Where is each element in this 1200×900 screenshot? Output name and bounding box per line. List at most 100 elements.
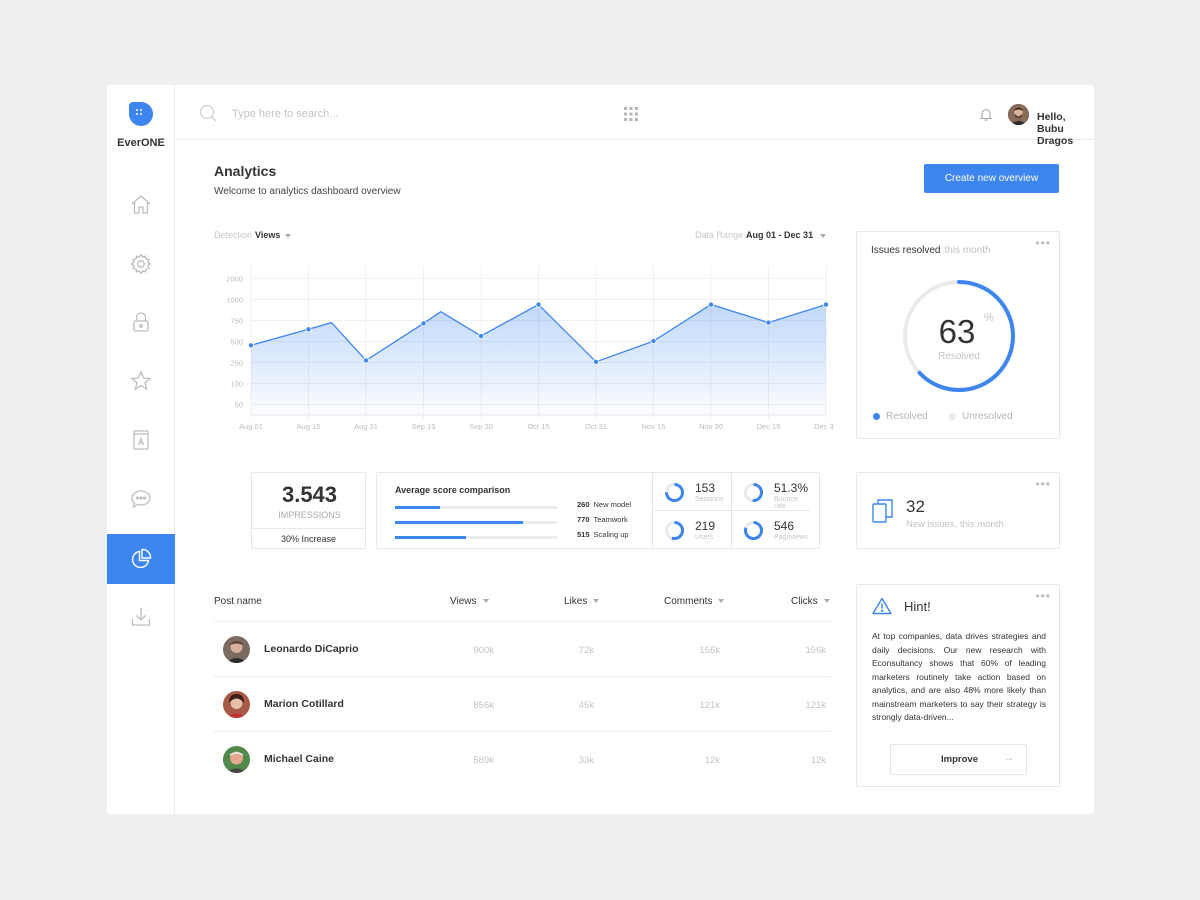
new-issues-label: New issues, this month [906, 519, 1004, 530]
issues-resolved-card: ••• Issues resolved this month 63 % Resol… [856, 231, 1060, 439]
y-tick-label: 500 [230, 338, 243, 347]
resolved-gauge: 63 % Resolved [903, 280, 1015, 392]
y-tick-label: 100 [230, 380, 243, 389]
post-name: Michael Caine [264, 753, 335, 765]
x-tick-label: Dec 15 [757, 422, 781, 431]
sidebar-item-messages[interactable] [107, 474, 175, 524]
legend-resolved-label: Resolved [886, 411, 928, 422]
stat-label: Users [695, 534, 714, 541]
column-header-likes[interactable]: Likes [564, 596, 600, 607]
avatar [223, 746, 250, 773]
data-point [707, 301, 714, 308]
chevron-down-icon [718, 599, 725, 604]
column-header-clicks[interactable]: Clicks [791, 596, 830, 607]
impressions-card: 3.543 IMPRESSIONS 30% Increase [251, 472, 366, 549]
stat-value: 51.3% [774, 481, 809, 495]
data-point [592, 358, 599, 365]
impressions-label: IMPRESSIONS [278, 510, 341, 520]
user-greeting[interactable]: Hello, Bubu Dragos [1037, 111, 1094, 147]
table-row[interactable]: Marion Cotillard 856k 45k 121k 121k [214, 676, 831, 731]
x-tick-label: Nov 30 [699, 422, 723, 431]
date-range-label: Data Range [695, 230, 744, 240]
stat-value: 153 [695, 481, 716, 495]
column-header-post-name[interactable]: Post name [214, 596, 262, 607]
sidebar-item-favorites[interactable] [107, 356, 175, 406]
cell-views: 900k [473, 645, 494, 656]
chevron-down-icon [593, 599, 600, 604]
sidebar-item-downloads[interactable] [107, 592, 175, 642]
cell-views: 589k [473, 755, 494, 766]
column-header-comments[interactable]: Comments [664, 596, 725, 607]
sessions-ring-icon [665, 483, 684, 502]
logo-icon[interactable] [129, 102, 153, 126]
search-icon[interactable] [199, 104, 217, 122]
x-tick-label: Dec 31 [814, 422, 834, 431]
column-header-views[interactable]: Views [450, 596, 489, 607]
y-tick-label: 2000 [226, 275, 243, 284]
cell-comments: 156k [699, 645, 720, 656]
more-options-icon[interactable]: ••• [1035, 236, 1051, 250]
cell-views: 856k [473, 700, 494, 711]
chat-icon [131, 490, 151, 509]
stat-value: 219 [695, 519, 716, 533]
sidebar-item-analytics[interactable] [107, 534, 175, 584]
improve-button[interactable]: Improve → [890, 744, 1027, 775]
search-input[interactable] [232, 105, 492, 123]
sidebar-item-contacts[interactable] [107, 415, 175, 465]
data-point [823, 301, 830, 308]
issues-title: Issues resolved this month [871, 245, 991, 256]
avatar [223, 636, 250, 663]
address-book-icon [133, 430, 149, 450]
page-subtitle: Welcome to analytics dashboard overview [214, 186, 401, 197]
sidebar-item-settings[interactable] [107, 239, 175, 289]
pie-chart-icon [131, 548, 152, 569]
stat-sessions: 153 Sessions [652, 473, 731, 511]
views-chart: 2000 1000 750 500 250 100 50 Aug 01 Aug 15 Aug 31… [226, 266, 834, 431]
more-options-icon[interactable]: ••• [1035, 589, 1051, 603]
data-point [248, 342, 255, 349]
cell-likes: 72k [578, 645, 594, 656]
score-bar-fill [395, 506, 441, 509]
hint-text: At top companies, data drives strategies… [872, 631, 1046, 722]
detection-filter[interactable]: Detection Views [214, 230, 292, 240]
download-icon [131, 608, 151, 626]
resolved-unit: % [984, 312, 994, 324]
sidebar: EverONE [107, 85, 175, 814]
data-point [420, 320, 427, 327]
user-avatar[interactable] [1008, 104, 1029, 125]
gear-icon [130, 253, 152, 275]
legend-resolved: Resolved [873, 411, 928, 422]
y-tick-label: 250 [230, 359, 243, 368]
more-options-icon[interactable]: ••• [1035, 477, 1051, 491]
cell-comments: 12k [704, 755, 720, 766]
impressions-change: 30% Increase [252, 528, 365, 549]
unresolved-dot-icon [949, 413, 956, 420]
y-tick-label: 750 [230, 317, 243, 326]
score-bar-fill [395, 521, 523, 524]
apps-grid-icon[interactable] [624, 107, 638, 121]
date-range-filter[interactable]: Data Range Aug 01 - Dec 31 [695, 230, 827, 240]
pageviews-ring-icon [744, 521, 763, 540]
data-point [765, 319, 772, 326]
create-overview-button[interactable]: Create new overview [924, 164, 1059, 193]
y-tick-label: 50 [235, 401, 243, 410]
detection-label: Detection [214, 230, 253, 240]
y-tick-label: 1000 [226, 296, 243, 305]
bell-icon[interactable] [980, 107, 992, 121]
x-tick-label: Nov 15 [642, 422, 666, 431]
star-icon [130, 370, 152, 391]
x-tick-label: Oct 31 [585, 422, 607, 431]
data-point [477, 333, 484, 340]
warning-icon [872, 597, 892, 615]
table-row[interactable]: Michael Caine 589k 33k 12k 12k [214, 731, 831, 786]
table-row[interactable]: Leonardo DiCaprio 900k 72k 156k 156k [214, 621, 831, 676]
x-tick-label: Aug 15 [297, 422, 321, 431]
avatar [223, 691, 250, 718]
sidebar-item-home[interactable] [107, 180, 175, 230]
average-score-title: Average score comparison [395, 485, 511, 495]
score-bar-new-model [395, 506, 557, 509]
hint-card: ••• Hint! At top companies, data drives … [856, 584, 1060, 787]
new-issues-value: 32 [906, 497, 925, 516]
detection-value: Views [255, 230, 281, 240]
sidebar-item-security[interactable] [107, 297, 175, 347]
